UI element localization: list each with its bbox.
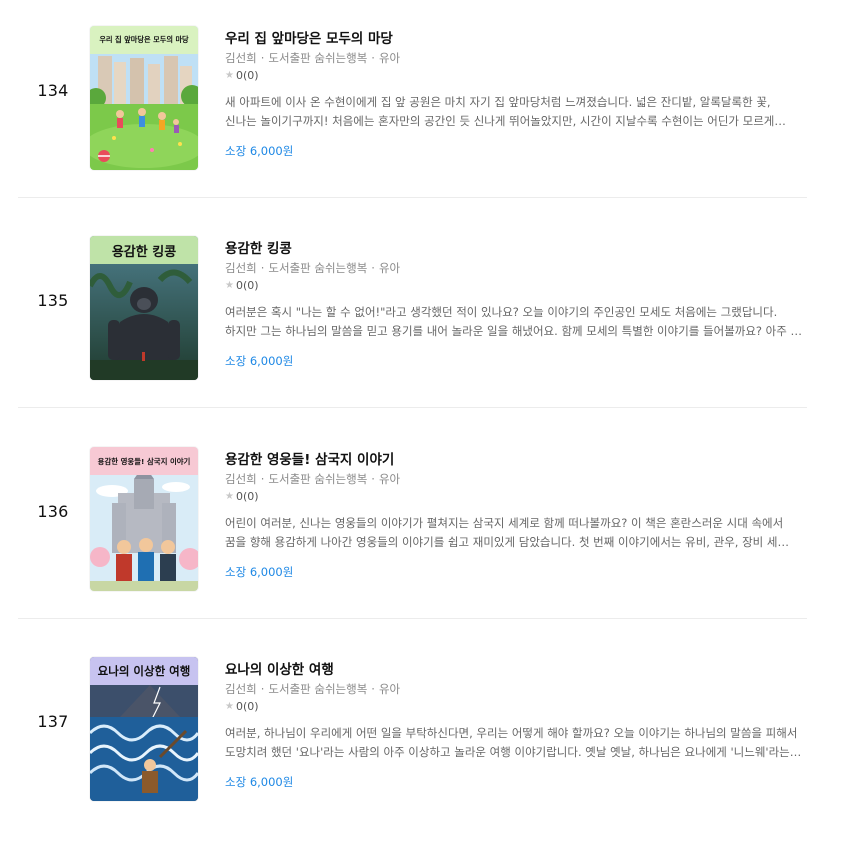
book-meta: 김선희 · 도서출판 숨쉬는행복 · 유아: [225, 682, 401, 696]
book-item[interactable]: 134 우리 집 앞마당은 모두의 마당 우리 집 앞마당은 모두의 마당 김선…: [18, 0, 807, 210]
category-name: 유아: [378, 261, 401, 275]
book-info: 용감한 영웅들! 삼국지 이야기 김선희 · 도서출판 숨쉬는행복 · 유아 ★ 0(0)…: [225, 450, 805, 580]
book-cover[interactable]: 우리 집 앞마당은 모두의 마당: [90, 26, 198, 170]
author-name[interactable]: 김선희: [225, 472, 257, 486]
rating-value: 0(0): [235, 69, 259, 82]
publisher-name[interactable]: 도서출판 숨쉬는행복: [268, 51, 367, 65]
price-label[interactable]: 소장 6,000원: [225, 143, 805, 159]
cover-title: 용감한 킹콩: [90, 236, 198, 264]
book-title[interactable]: 우리 집 앞마당은 모두의 마당: [225, 29, 805, 49]
rating: ★ 0(0): [225, 700, 805, 714]
rank-number: 135: [37, 291, 69, 310]
divider: [18, 197, 807, 198]
author-name[interactable]: 김선희: [225, 261, 257, 275]
rating-value: 0(0): [235, 279, 259, 292]
price-label[interactable]: 소장 6,000원: [225, 353, 805, 369]
book-meta: 김선희 · 도서출판 숨쉬는행복 · 유아: [225, 472, 401, 486]
publisher-name[interactable]: 도서출판 숨쉬는행복: [268, 472, 367, 486]
category-name: 유아: [378, 682, 401, 696]
book-meta: 김선희 · 도서출판 숨쉬는행복 · 유아: [225, 261, 401, 275]
rank-number: 134: [37, 81, 69, 100]
author-name[interactable]: 김선희: [225, 682, 257, 696]
price-label[interactable]: 소장 6,000원: [225, 774, 805, 790]
rating: ★ 0(0): [225, 69, 805, 83]
star-icon: ★: [225, 701, 234, 712]
rating-value: 0(0): [235, 490, 259, 503]
cover-title: 용감한 영웅들! 삼국지 이야기: [90, 447, 198, 475]
book-title[interactable]: 용감한 킹콩: [225, 239, 805, 259]
book-info: 우리 집 앞마당은 모두의 마당 김선희 · 도서출판 숨쉬는행복 · 유아 ★ 0(0)…: [225, 29, 805, 159]
book-cover[interactable]: 요나의 이상한 여행: [90, 657, 198, 801]
price-label[interactable]: 소장 6,000원: [225, 564, 805, 580]
star-icon: ★: [225, 70, 234, 81]
book-description: 여러분, 하나님이 우리에게 어떤 일을 부탁하신다면, 우리는 어떻게 해야 …: [225, 726, 798, 759]
category-name: 유아: [378, 51, 401, 65]
rank-number: 136: [37, 502, 69, 521]
category-name: 유아: [378, 472, 401, 486]
book-item[interactable]: 136 용감한 영웅들! 삼국지 이야기 용감한 영웅들! 삼국지 이야기 김선…: [18, 421, 807, 631]
book-meta: 김선희 · 도서출판 숨쉬는행복 · 유아: [225, 51, 401, 65]
divider: [18, 618, 807, 619]
star-icon: ★: [225, 491, 234, 502]
book-item[interactable]: 137 요나의 이상한 여행 요나의 이상한 여행 김선희 · 도서출판 숨쉬는행복…: [18, 631, 807, 841]
book-item[interactable]: 135 용감한 킹콩 용감한 킹콩 김선희 · 도서출판 숨쉬는행복 · 유아 …: [18, 210, 807, 420]
book-ranking-list: 134 우리 집 앞마당은 모두의 마당 우리 집 앞마당은 모두의 마당 김선…: [0, 0, 850, 819]
cover-title: 우리 집 앞마당은 모두의 마당: [90, 26, 198, 54]
book-cover[interactable]: 용감한 킹콩: [90, 236, 198, 380]
rating-value: 0(0): [235, 700, 259, 713]
book-title[interactable]: 요나의 이상한 여행: [225, 660, 805, 680]
star-icon: ★: [225, 280, 234, 291]
rank-number: 137: [37, 712, 69, 731]
author-name[interactable]: 김선희: [225, 51, 257, 65]
book-info: 용감한 킹콩 김선희 · 도서출판 숨쉬는행복 · 유아 ★ 0(0) 여러분은 혹시 "…: [225, 239, 805, 369]
book-description: 어린이 여러분, 신나는 영웅들의 이야기가 펼쳐지는 삼국지 세계로 함께 떠…: [225, 516, 784, 549]
rating: ★ 0(0): [225, 279, 805, 293]
book-cover[interactable]: 용감한 영웅들! 삼국지 이야기: [90, 447, 198, 591]
book-info: 요나의 이상한 여행 김선희 · 도서출판 숨쉬는행복 · 유아 ★ 0(0) 여러분, …: [225, 660, 805, 790]
book-description: 여러분은 혹시 "나는 할 수 없어!"라고 생각했던 적이 있나요? 오늘 이…: [225, 305, 802, 338]
book-description: 새 아파트에 이사 온 수현이에게 집 앞 공원은 마치 자기 집 앞마당처럼 …: [225, 95, 775, 128]
rating: ★ 0(0): [225, 490, 805, 504]
divider: [18, 407, 807, 408]
cover-title: 요나의 이상한 여행: [90, 657, 198, 685]
publisher-name[interactable]: 도서출판 숨쉬는행복: [268, 682, 367, 696]
publisher-name[interactable]: 도서출판 숨쉬는행복: [268, 261, 367, 275]
book-title[interactable]: 용감한 영웅들! 삼국지 이야기: [225, 450, 805, 470]
